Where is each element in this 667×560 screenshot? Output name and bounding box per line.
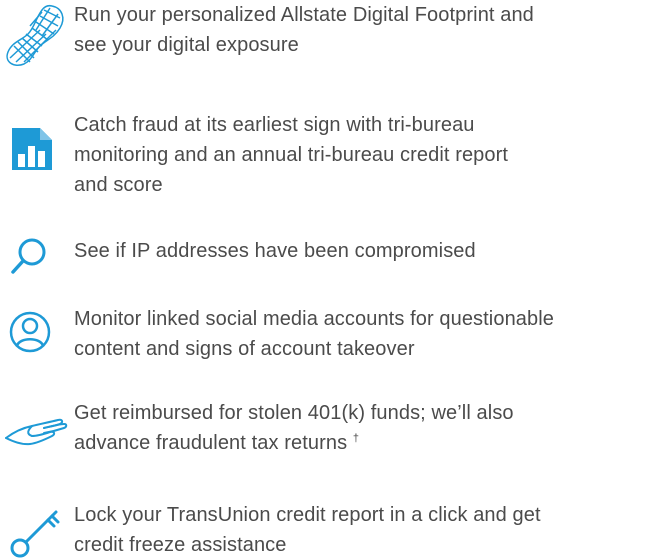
key-icon <box>10 510 60 558</box>
feature-text-line: see your digital exposure <box>74 34 299 56</box>
feature-text-line: See if IP addresses have been compromise… <box>74 240 476 262</box>
feature-text-line: Lock your TransUnion credit report in a … <box>74 504 541 526</box>
feature-text-line: Catch fraud at its earliest sign with tr… <box>74 114 475 136</box>
feature-text-line: monitoring and an annual tri-bureau cred… <box>74 144 509 166</box>
user-profile-icon <box>9 311 51 353</box>
report-chart-icon <box>12 128 52 170</box>
feature-text-line-with-footnote: advance fraudulent tax returns † <box>74 428 667 458</box>
search-icon <box>11 238 46 274</box>
open-hand-icon <box>5 418 68 446</box>
feature-text-line: Run your personalized Allstate Digital F… <box>74 4 534 26</box>
feature-text-line: advance fraudulent tax returns <box>74 432 348 454</box>
feature-text-line: and score <box>74 174 163 196</box>
feature-text-line: content and signs of account takeover <box>74 338 415 360</box>
feature-text-line: Monitor linked social media accounts for… <box>74 308 555 330</box>
feature-text-line: Get reimbursed for stolen 401(k) funds; … <box>74 402 514 424</box>
footprint-icon <box>6 4 64 66</box>
footnote-mark: † <box>352 432 360 445</box>
feature-text-line: credit freeze assistance <box>74 534 287 556</box>
